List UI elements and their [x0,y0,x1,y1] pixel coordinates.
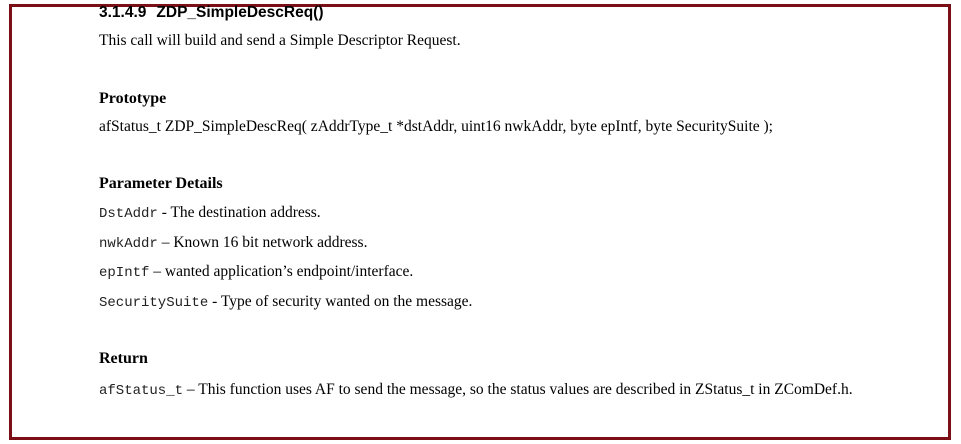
parameter-item: DstAddr - The destination address. [99,204,321,222]
parameter-name: nwkAddr [99,236,158,252]
parameter-name: SecuritySuite [99,295,209,311]
parameter-name: DstAddr [99,206,158,222]
return-type: afStatus_t [99,383,184,399]
parameter-name: epIntf [99,265,150,281]
section-intro: This call will build and send a Simple D… [99,32,461,49]
parameter-desc: - Type of security wanted on the message… [208,293,473,310]
return-heading: Return [99,350,148,367]
section-title: ZDP_SimpleDescReq() [156,4,324,21]
parameter-desc: – wanted application’s endpoint/interfac… [153,263,414,280]
prototype-heading: Prototype [99,90,167,107]
return-desc: – This function uses AF to send the mess… [183,381,853,398]
return-description: afStatus_t – This function uses AF to se… [99,380,859,401]
document-frame [9,4,951,440]
parameter-item: epIntf – wanted application’s endpoint/i… [99,263,413,281]
parameter-item: SecuritySuite - Type of security wanted … [99,293,472,311]
section-number: 3.1.4.9 [99,4,147,21]
section-heading: 3.1.4.9 ZDP_SimpleDescReq() [99,4,324,22]
parameter-item: nwkAddr – Known 16 bit network address. [99,234,367,252]
parameter-desc: - The destination address. [157,204,321,221]
prototype-signature: afStatus_t ZDP_SimpleDescReq( zAddrType_… [99,118,773,135]
parameters-heading: Parameter Details [99,175,223,192]
parameter-desc: – Known 16 bit network address. [161,234,368,251]
